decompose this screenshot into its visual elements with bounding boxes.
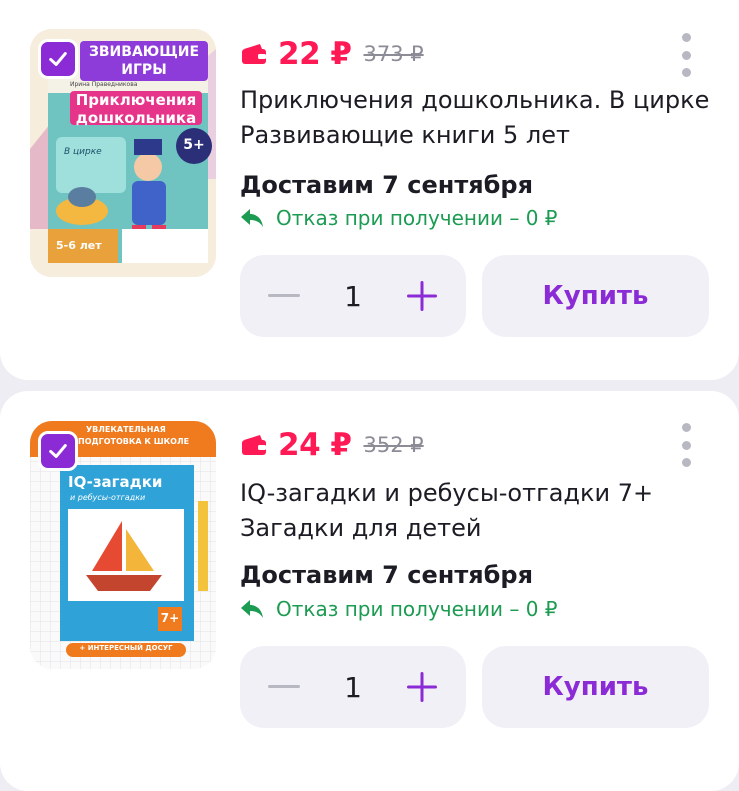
increase-button[interactable] — [402, 667, 442, 707]
decrease-button[interactable] — [264, 276, 304, 316]
cover-author: Ирина Праведникова — [70, 81, 138, 88]
product-title[interactable]: Приключения дошкольника. В цирке Развива… — [240, 83, 710, 153]
more-options-icon[interactable] — [676, 423, 696, 467]
minus-icon — [268, 685, 300, 688]
refuse-info: Отказ при получении – 0 ₽ — [240, 597, 558, 621]
plus-icon — [406, 281, 437, 311]
select-checkbox[interactable] — [38, 39, 78, 79]
product-image[interactable]: УВЛЕКАТЕЛЬНАЯ ПОДГОТОВКА К ШКОЛЕ IQ-зага… — [30, 421, 216, 669]
delivery-date: Доставим 7 сентября — [240, 561, 533, 589]
increase-button[interactable] — [402, 276, 442, 316]
quantity-stepper: 1 — [240, 255, 466, 337]
quantity-value: 1 — [344, 670, 362, 704]
cover-banner-line2: ПОДГОТОВКА К ШКОЛЕ — [78, 437, 190, 446]
refuse-text: Отказ при получении – 0 ₽ — [276, 597, 558, 621]
wallet-icon — [242, 435, 266, 455]
cover-banner: ЗВИВАЮЩИЕ ИГРЫ — [80, 41, 208, 81]
current-price: 24 ₽ — [278, 427, 352, 463]
check-icon — [49, 52, 67, 66]
refuse-text: Отказ при получении – 0 ₽ — [276, 206, 558, 230]
cover-title-line2: дошкольника — [75, 109, 197, 127]
decrease-button[interactable] — [264, 667, 304, 707]
check-icon — [49, 444, 67, 458]
product-title[interactable]: IQ-загадки и ребусы-отгадки 7+ Загадки д… — [240, 476, 710, 546]
return-arrow-icon — [241, 209, 263, 227]
refuse-info: Отказ при получении – 0 ₽ — [240, 206, 558, 230]
price-row: 22 ₽ 373 ₽ — [240, 36, 424, 72]
cover-subtitle: В цирке — [64, 147, 102, 157]
product-card: ЗВИВАЮЩИЕ ИГРЫ Ирина Праведникова Приклю… — [0, 0, 739, 380]
cover-title-line1: Приключения — [75, 91, 197, 109]
cover-banner-line1: УВЛЕКАТЕЛЬНАЯ — [86, 425, 166, 434]
product-card: УВЛЕКАТЕЛЬНАЯ ПОДГОТОВКА К ШКОЛЕ IQ-зага… — [0, 391, 739, 791]
quantity-stepper: 1 — [240, 646, 466, 728]
return-arrow-icon — [241, 600, 263, 618]
select-checkbox[interactable] — [38, 431, 78, 471]
cover-title: IQ-загадки — [68, 473, 163, 491]
product-image[interactable]: ЗВИВАЮЩИЕ ИГРЫ Ирина Праведникова Приклю… — [30, 29, 216, 277]
buy-button[interactable]: Купить — [482, 646, 709, 728]
plus-icon — [406, 672, 437, 702]
cover-age-badge: 7+ — [160, 611, 180, 625]
cover-age-badge: 5+ — [183, 137, 205, 153]
old-price: 352 ₽ — [363, 433, 424, 457]
buy-button[interactable]: Купить — [482, 255, 709, 337]
quantity-value: 1 — [344, 279, 362, 313]
cover-age-range: 5-6 лет — [56, 239, 102, 252]
current-price: 22 ₽ — [278, 36, 352, 72]
delivery-date: Доставим 7 сентября — [240, 171, 533, 199]
cover-subtitle: и ребусы-отгадки — [70, 493, 146, 502]
more-options-icon[interactable] — [676, 33, 696, 77]
old-price: 373 ₽ — [363, 42, 424, 66]
minus-icon — [268, 294, 300, 297]
wallet-icon — [242, 44, 266, 64]
cover-footer: + ИНТЕРЕСНЫЙ ДОСУГ — [79, 644, 173, 652]
price-row: 24 ₽ 352 ₽ — [240, 427, 424, 463]
